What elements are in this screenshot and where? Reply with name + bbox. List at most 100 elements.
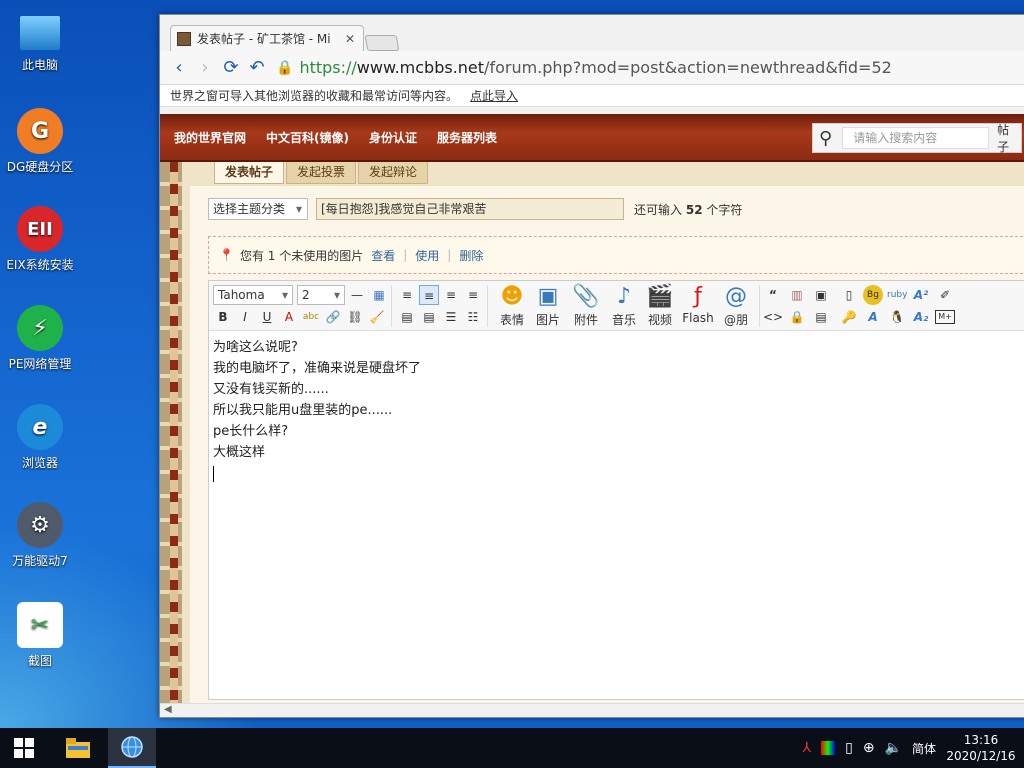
start-button[interactable]: [0, 728, 48, 768]
image-button[interactable]: ▣ 图片: [529, 283, 567, 328]
paperclip-icon: 📎: [572, 284, 600, 309]
toolbar-separator: [759, 285, 760, 327]
separator: |: [447, 248, 452, 262]
title-input[interactable]: [每日抱怨]我感觉自己非常艰苦: [316, 198, 624, 220]
desktop-icon-screenshot[interactable]: ✂ 截图: [0, 602, 80, 669]
new-tab-button[interactable]: [364, 35, 400, 51]
bg-icon[interactable]: Bg: [863, 285, 883, 305]
underline-icon[interactable]: U: [257, 307, 277, 327]
ruby-icon[interactable]: ruby: [887, 285, 907, 305]
undo-icon[interactable]: ↶: [244, 57, 270, 78]
volume-icon[interactable]: 🔈: [885, 740, 902, 756]
toolbar-separator: [487, 285, 488, 327]
desktop-icon-eix[interactable]: EII EIX系统安装: [0, 206, 80, 273]
quote-icon[interactable]: “: [763, 285, 783, 305]
desktop-icon-driver[interactable]: ⚙ 万能驱动7: [0, 502, 80, 569]
edit-icon[interactable]: ✐: [935, 285, 955, 305]
desktop-icon-computer[interactable]: 此电脑: [0, 10, 80, 73]
refresh-icon[interactable]: ⟳: [218, 57, 244, 78]
font-select[interactable]: Tahoma: [213, 285, 293, 305]
taskbar-browser[interactable]: [108, 728, 156, 768]
tab-new-poll[interactable]: 发起投票: [286, 162, 357, 184]
attachment-button[interactable]: 📎 附件: [567, 283, 605, 328]
background-color-icon[interactable]: abc: [301, 307, 321, 327]
hide-icon[interactable]: 🔒: [787, 307, 807, 327]
qq-icon[interactable]: 🐧: [887, 307, 907, 327]
tab-new-post[interactable]: 发表帖子: [214, 162, 285, 184]
desktop-icon-pe-network[interactable]: ⚡ PE网络管理: [0, 305, 80, 372]
page-icon[interactable]: ▣: [811, 285, 831, 305]
mention-button[interactable]: @ @朋: [717, 283, 755, 328]
horizontal-scrollbar[interactable]: ◀: [160, 703, 1024, 717]
code-icon[interactable]: <>: [763, 307, 783, 327]
emoji-button[interactable]: ☻ 表情: [493, 283, 531, 328]
remain-suffix: 个字符: [706, 202, 743, 217]
search-type[interactable]: 帖子: [997, 121, 1021, 155]
size-select[interactable]: 2: [297, 285, 345, 305]
superscript-icon[interactable]: A²: [911, 285, 931, 305]
clear-format-icon[interactable]: 🧹: [367, 307, 387, 327]
align-center-icon[interactable]: ≡: [441, 285, 461, 305]
align-justify-icon[interactable]: ≡: [419, 285, 439, 305]
category-select[interactable]: 选择主题分类: [208, 198, 308, 220]
font-color-icon[interactable]: A: [279, 307, 299, 327]
scroll-left-icon[interactable]: ◀: [164, 704, 172, 715]
search-input[interactable]: 请输入搜索内容: [842, 127, 990, 149]
nav-item-official[interactable]: 我的世界官网: [174, 129, 246, 146]
address-bar[interactable]: 🔒 https://www.mcbbs.net/forum.php?mod=po…: [276, 55, 1022, 81]
tray-app-icon[interactable]: ⅄: [803, 740, 812, 756]
tab-current[interactable]: 发表帖子 - 矿工茶馆 - Mi ✕: [170, 25, 364, 51]
hr-icon[interactable]: —: [347, 285, 367, 305]
tab-new-debate[interactable]: 发起辩论: [358, 162, 429, 184]
italic-icon[interactable]: I: [235, 307, 255, 327]
desktop-icon-browser[interactable]: e 浏览器: [0, 404, 80, 471]
editor-content[interactable]: 为啥这么说呢? 我的电脑坏了，准确来说是硬盘坏了 又没有钱买新的...... 所…: [209, 331, 1024, 490]
color-app-icon[interactable]: [821, 741, 836, 755]
ordered-list-icon[interactable]: ☰: [441, 307, 461, 327]
index-icon[interactable]: ▤: [811, 307, 831, 327]
taskbar-explorer[interactable]: [54, 728, 102, 768]
network-icon[interactable]: ⊕: [863, 740, 875, 756]
close-tab-icon[interactable]: ✕: [343, 32, 357, 46]
align-left-icon[interactable]: ≡: [397, 285, 417, 305]
back-button[interactable]: ‹: [166, 57, 192, 78]
desktop-icon-label: 浏览器: [21, 456, 58, 470]
search-icon[interactable]: ⚲: [819, 128, 832, 149]
unlink-icon[interactable]: ⛓: [345, 307, 365, 327]
clock-time: 13:16: [963, 733, 999, 747]
windows-logo-icon: [14, 738, 34, 758]
use-link[interactable]: 使用: [415, 247, 439, 264]
desktop-icon-label: 此电脑: [21, 58, 58, 72]
web-page: 我的世界官网 中文百科(镜像) 身份认证 服务器列表 ⚲ 请输入搜索内容 帖子 …: [160, 114, 1024, 703]
delete-link[interactable]: 删除: [459, 247, 483, 264]
view-link[interactable]: 查看: [371, 247, 395, 264]
bold-icon[interactable]: B: [213, 307, 233, 327]
usb-icon[interactable]: ▯: [845, 740, 853, 756]
clock[interactable]: 13:16 2020/12/16: [946, 732, 1016, 764]
markdown-icon[interactable]: M+: [935, 310, 955, 324]
free-icon[interactable]: ▥: [787, 285, 807, 305]
table-icon[interactable]: ▦: [369, 285, 389, 305]
import-link[interactable]: 点此导入: [470, 87, 518, 104]
unordered-list-icon[interactable]: ☷: [463, 307, 483, 327]
nav-item-servers[interactable]: 服务器列表: [437, 129, 497, 146]
key-icon[interactable]: 🔑: [839, 307, 859, 327]
float-left-icon[interactable]: ▤: [397, 307, 417, 327]
desktop-icon-dg[interactable]: G DG硬盘分区: [0, 108, 80, 175]
link-icon[interactable]: 🔗: [323, 307, 343, 327]
align-right-icon[interactable]: ≡: [463, 285, 483, 305]
ie-browser-icon: e: [17, 404, 63, 450]
password-icon[interactable]: ▯: [839, 285, 859, 305]
nav-item-auth[interactable]: 身份认证: [369, 129, 417, 146]
subscript-icon[interactable]: A₂: [911, 307, 931, 327]
music-button[interactable]: ♪ 音乐: [605, 283, 643, 328]
desktop-icon-label: 万能驱动7: [12, 554, 68, 568]
video-button[interactable]: 🎬 视频: [641, 283, 679, 328]
float-right-icon[interactable]: ▤: [419, 307, 439, 327]
forward-button[interactable]: ›: [192, 57, 218, 78]
nav-item-wiki[interactable]: 中文百科(镜像): [266, 129, 349, 146]
text-style-icon[interactable]: A: [863, 307, 883, 327]
content-line: 大概这样: [213, 445, 266, 460]
ime-indicator[interactable]: 简体: [912, 740, 936, 757]
flash-button[interactable]: ƒ Flash: [679, 283, 717, 325]
